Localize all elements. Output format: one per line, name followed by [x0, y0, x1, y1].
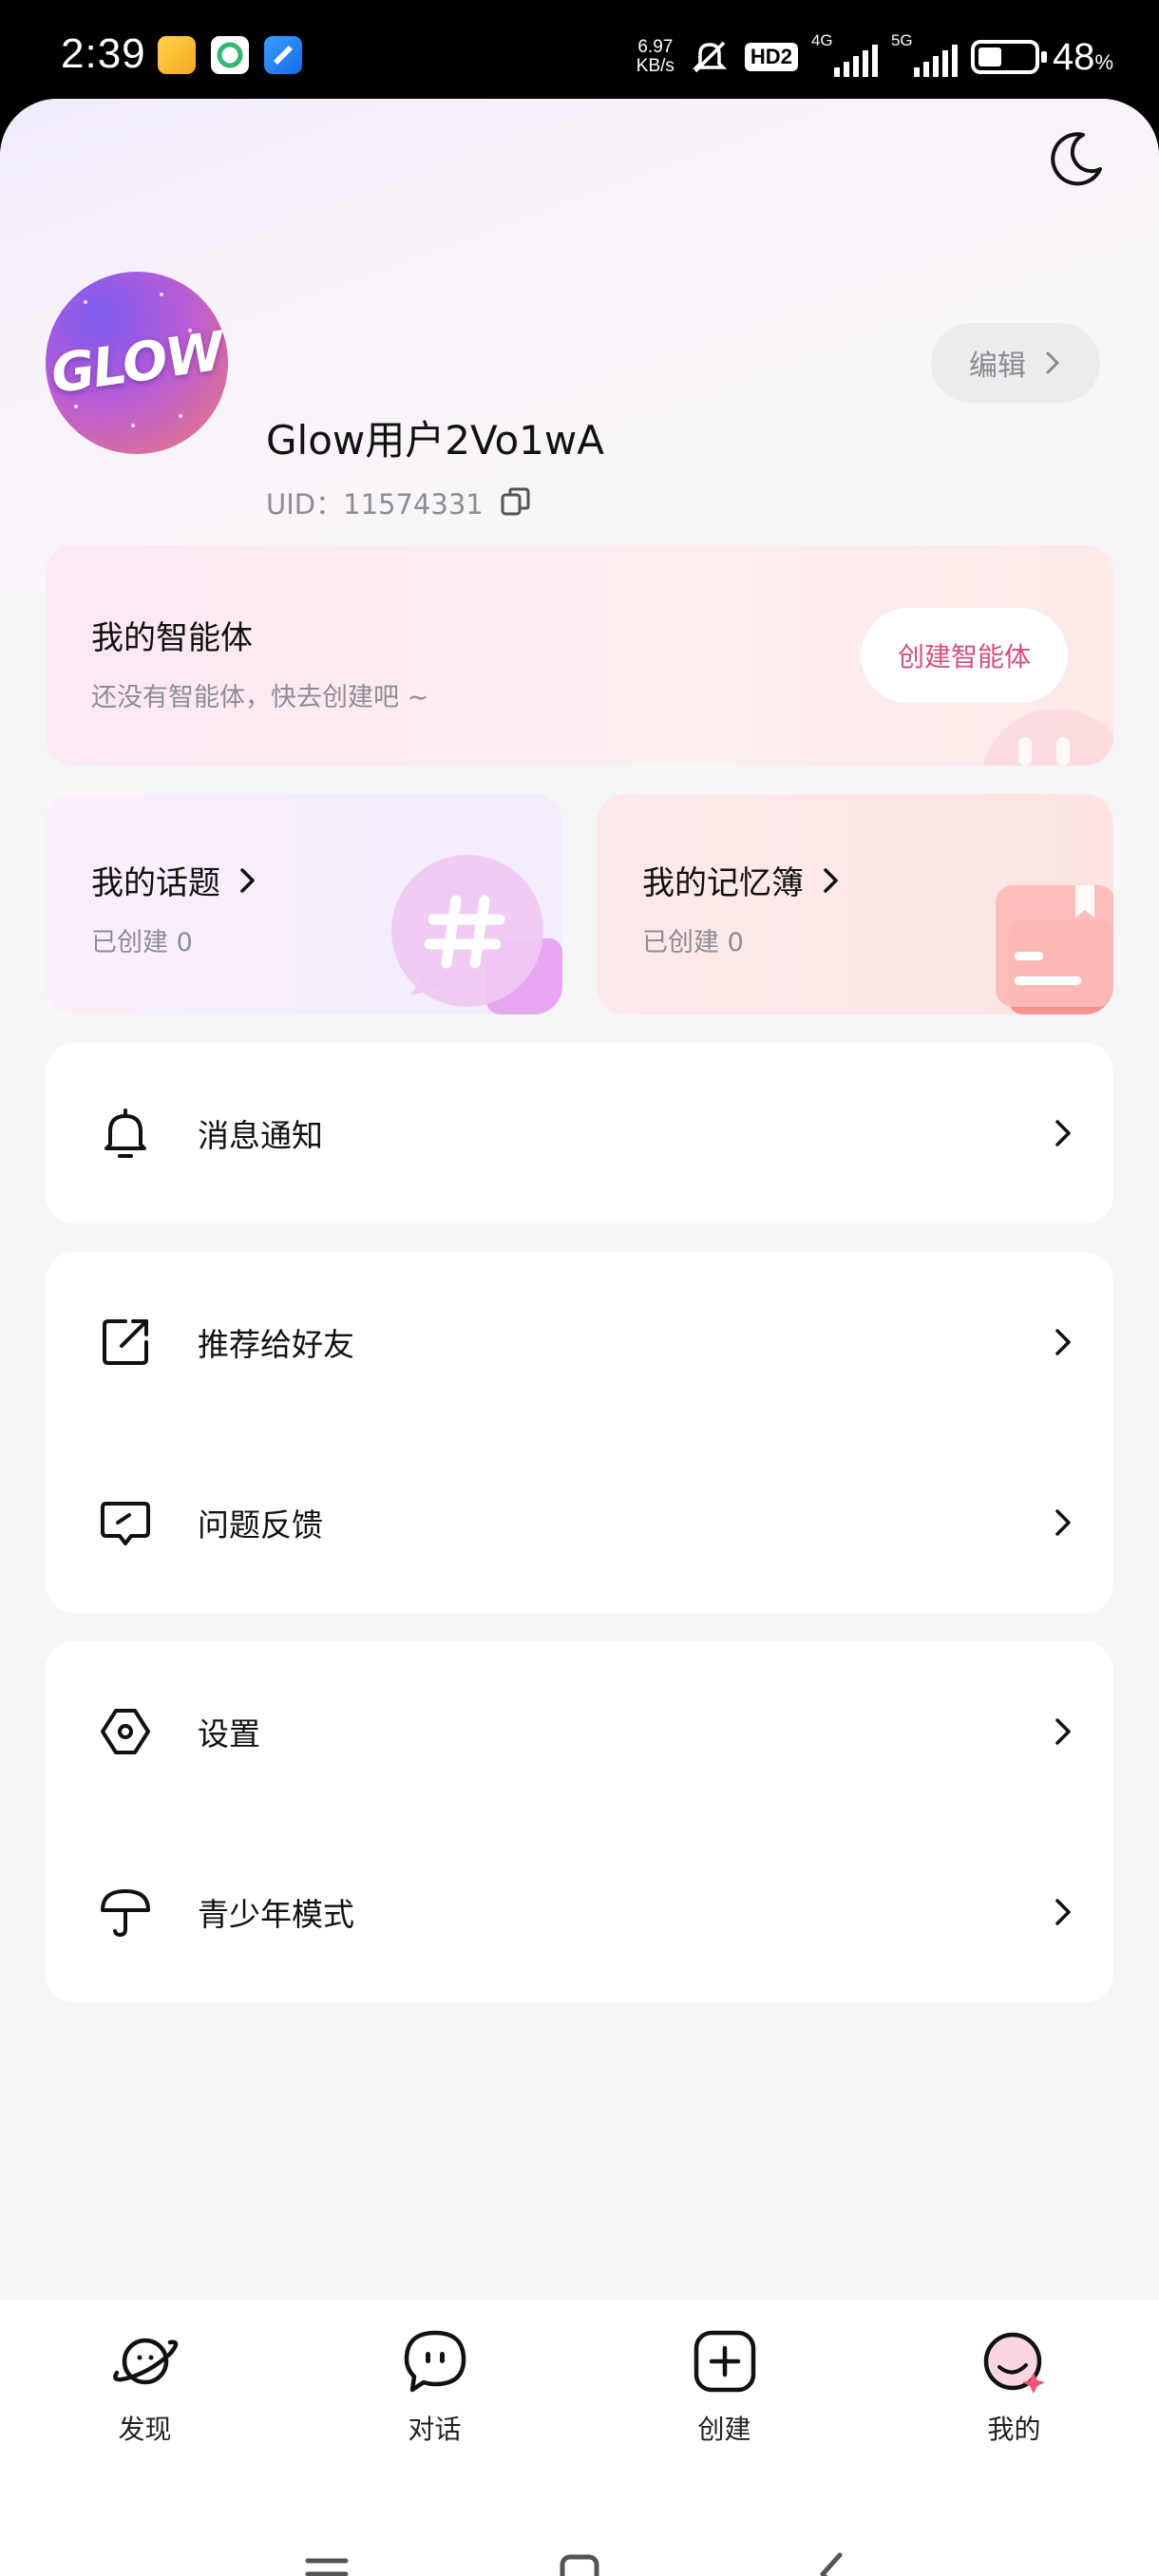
- tab-label: 发现: [118, 2413, 172, 2445]
- my-memo-count: 已创建 0: [642, 928, 744, 957]
- chevron-right-icon: [240, 867, 255, 893]
- signal-5g: 5G: [891, 31, 958, 79]
- message-app-icon: [264, 36, 302, 74]
- back-icon[interactable]: [804, 2546, 861, 2576]
- notes-app-icon: [158, 36, 196, 74]
- copy-icon[interactable]: [499, 485, 533, 520]
- chevron-right-icon: [824, 867, 838, 893]
- menu-group-settings: 设置 青少年模式: [46, 1641, 1113, 2002]
- signal-4g: 4G: [811, 31, 878, 79]
- chat-icon: [404, 2330, 466, 2392]
- my-agents-card[interactable]: 我的智能体 还没有智能体，快去创建吧 ~ 创建智能体: [46, 545, 1113, 766]
- bottom-tab-bar: 发现 对话 创建 我的: [0, 2299, 1159, 2470]
- avatar[interactable]: GLOW: [46, 272, 228, 454]
- edit-label: 编辑: [969, 350, 1026, 383]
- planet-icon: [112, 2338, 178, 2384]
- mute-icon: [692, 41, 728, 73]
- hashtag-bubble-icon: [391, 855, 562, 1014]
- home-icon[interactable]: [551, 2546, 608, 2576]
- menu-group-share: 推荐给好友 问题反馈: [46, 1252, 1113, 1613]
- settings-icon: [101, 1709, 150, 1754]
- menu-label: 青少年模式: [198, 1896, 354, 1933]
- status-indicators: 6.97 KB/s HD2 4G 5G 48%: [636, 28, 1113, 85]
- tab-label: 我的: [987, 2413, 1041, 2445]
- battery-icon: [970, 40, 1047, 74]
- menu-item-youth-mode[interactable]: 青少年模式: [46, 1822, 1113, 2002]
- my-memo-title: 我的记忆簿: [642, 864, 804, 902]
- edit-profile-button[interactable]: 编辑: [931, 323, 1100, 403]
- chevron-right-icon: [1055, 1329, 1071, 1355]
- smiley-decoration-icon: [982, 709, 1113, 766]
- bell-icon: [104, 1108, 146, 1158]
- feedback-icon: [101, 1502, 150, 1545]
- umbrella-icon: [101, 1889, 150, 1938]
- menu-group-notifications: 消息通知: [46, 1043, 1113, 1223]
- uid-value: 11574331: [343, 488, 484, 521]
- uid-label: UID：: [266, 488, 344, 521]
- profile-avatar-icon: [983, 2332, 1045, 2394]
- share-icon: [103, 1319, 148, 1365]
- chevron-right-icon: [1046, 351, 1059, 374]
- menu-label: 推荐给好友: [198, 1326, 354, 1363]
- uid-row: UID：11574331: [266, 483, 533, 522]
- menu-label: 消息通知: [198, 1117, 323, 1154]
- chevron-right-icon: [1055, 1120, 1071, 1146]
- plus-square-icon: [694, 2330, 755, 2392]
- username: Glow用户2Vo1wA: [266, 417, 604, 464]
- create-agent-button[interactable]: 创建智能体: [861, 608, 1068, 703]
- my-agents-subtitle: 还没有智能体，快去创建吧 ~: [91, 683, 429, 712]
- tab-label: 创建: [697, 2413, 751, 2445]
- chevron-right-icon: [1055, 1718, 1071, 1745]
- tab-chat[interactable]: 对话: [340, 2323, 530, 2447]
- hd-badge: HD2: [744, 43, 798, 71]
- tab-discover[interactable]: 发现: [50, 2323, 240, 2447]
- status-time: 2:39: [61, 30, 146, 77]
- tab-create[interactable]: 创建: [630, 2323, 820, 2447]
- menu-label: 设置: [198, 1715, 260, 1752]
- chevron-right-icon: [1055, 1509, 1071, 1536]
- menu-item-recommend[interactable]: 推荐给好友: [46, 1252, 1113, 1432]
- my-topics-title: 我的话题: [91, 864, 220, 902]
- my-memo-card[interactable]: 我的记忆簿 已创建 0: [597, 794, 1113, 1014]
- status-bar: 2:39 6.97 KB/s HD2 4G 5G 48%: [0, 0, 1159, 114]
- battery-percent: 48%: [1052, 35, 1113, 78]
- tab-label: 对话: [408, 2413, 462, 2445]
- menu-item-notifications[interactable]: 消息通知: [46, 1043, 1113, 1223]
- avatar-logo: GLOW: [47, 320, 227, 407]
- menu-item-feedback[interactable]: 问题反馈: [46, 1432, 1113, 1613]
- menu-icon[interactable]: [298, 2546, 355, 2576]
- recycle-app-icon: [211, 36, 249, 74]
- chevron-right-icon: [1055, 1899, 1071, 1925]
- menu-label: 问题反馈: [198, 1506, 323, 1544]
- my-agents-title: 我的智能体: [91, 619, 253, 657]
- notebook-icon: [996, 885, 1113, 1014]
- my-topics-count: 已创建 0: [91, 928, 193, 957]
- profile-screen: GLOW Glow用户2Vo1wA UID：11574331 编辑 我的智能体 …: [0, 99, 1159, 2576]
- tab-mine[interactable]: 我的: [920, 2323, 1110, 2447]
- menu-item-settings[interactable]: 设置: [46, 1641, 1113, 1822]
- my-topics-card[interactable]: 我的话题 已创建 0: [46, 794, 562, 1014]
- dark-mode-moon-icon[interactable]: [1045, 127, 1108, 190]
- system-navigation-bar: [0, 2470, 1159, 2576]
- net-speed: 6.97 KB/s: [636, 37, 674, 76]
